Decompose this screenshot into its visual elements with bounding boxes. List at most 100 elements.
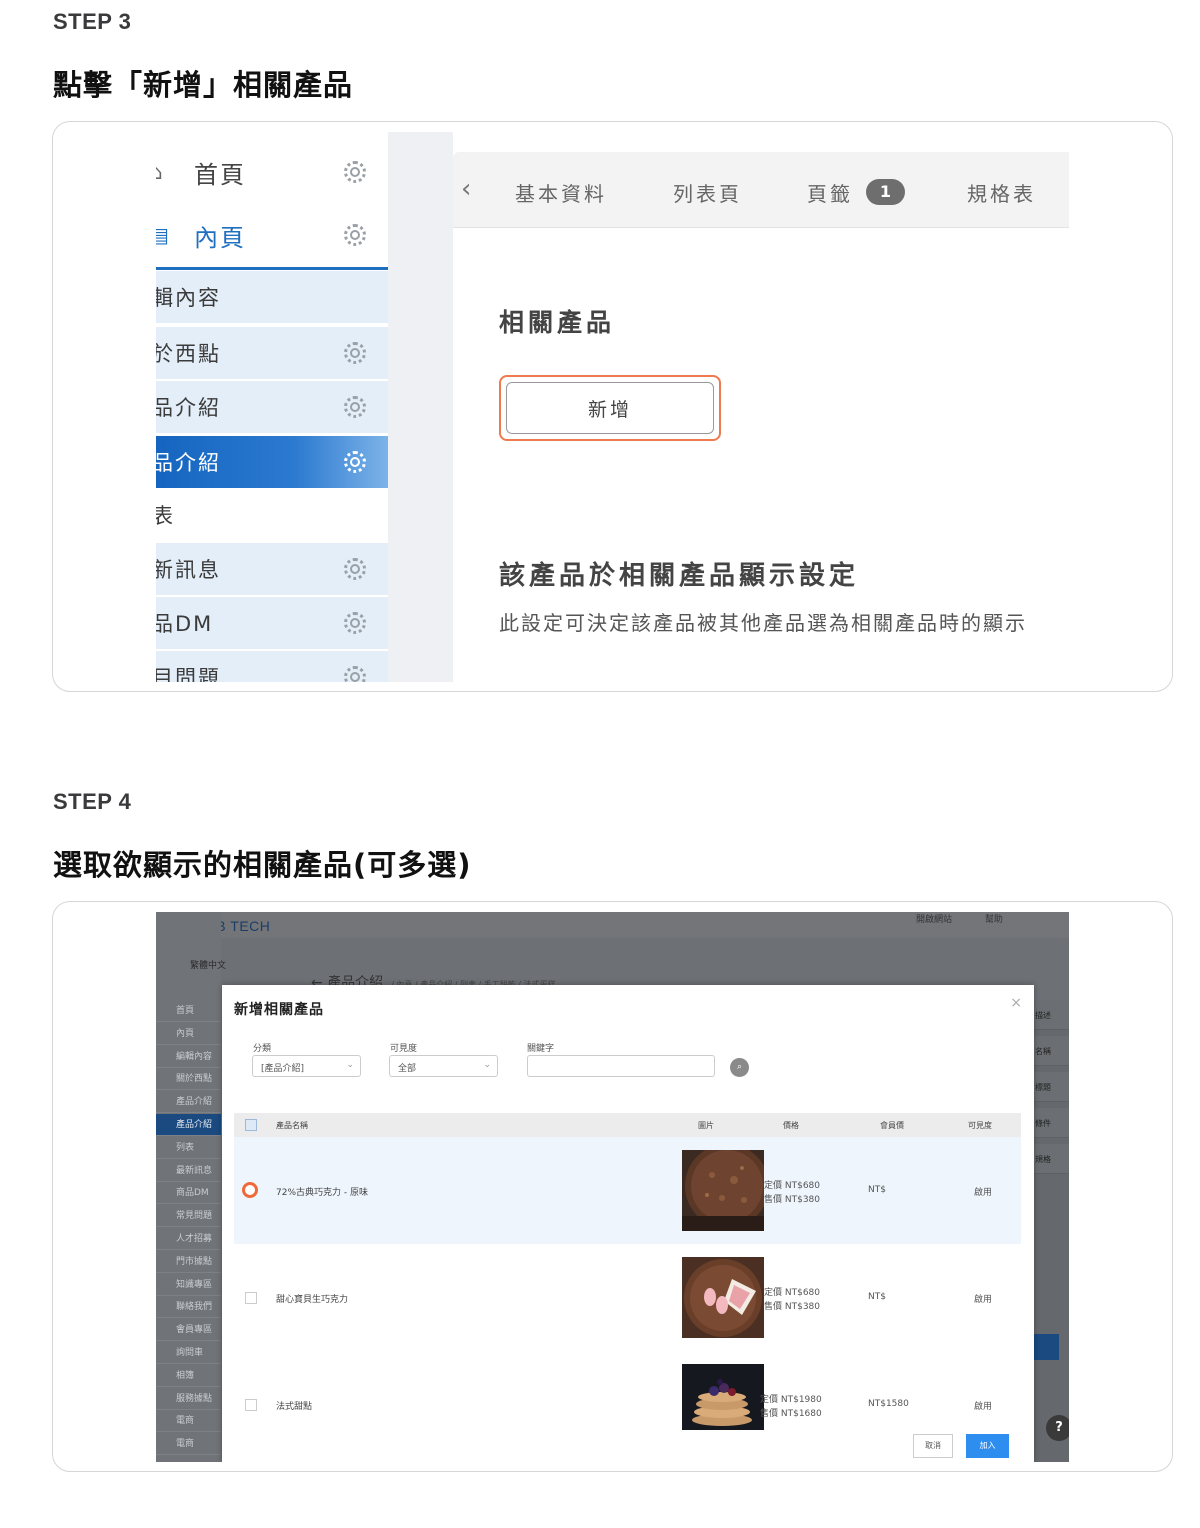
visibility-value: 全部: [398, 1064, 417, 1074]
product-image: [682, 1364, 764, 1430]
keyword-input[interactable]: [527, 1055, 715, 1077]
gear-icon[interactable]: [344, 558, 366, 580]
list-price: 定價 NT$680: [764, 1181, 820, 1191]
gear-icon[interactable]: [344, 666, 366, 682]
background-sidebar-item: 會員專區: [156, 1319, 221, 1342]
tab-count-badge: 1: [866, 179, 905, 205]
sidebar-subitem-product-intro-active[interactable]: 品介紹: [156, 436, 388, 488]
tab-tabs[interactable]: 頁籤: [807, 178, 853, 207]
sidebar-item-label: 內頁: [194, 223, 246, 252]
sidebar-subitem-list[interactable]: 表: [156, 489, 388, 541]
section-title-display-settings: 該產品於相關產品顯示設定: [499, 561, 860, 591]
step-4-label: STEP 4: [53, 789, 132, 814]
gear-icon[interactable]: [344, 342, 366, 364]
col-product-name: 產品名稱: [276, 1121, 308, 1130]
sidebar-divider: [156, 267, 388, 270]
sidebar-subitem-label: 品介紹: [156, 451, 221, 475]
row-checkbox[interactable]: [245, 1292, 257, 1304]
gear-icon[interactable]: [344, 161, 366, 183]
category-select[interactable]: [產品介紹] ⌄: [252, 1055, 361, 1077]
col-member-price: 會員價: [880, 1121, 904, 1130]
chevron-down-icon: ⌄: [346, 1060, 354, 1070]
tab-basic-info[interactable]: 基本資料: [515, 178, 607, 207]
background-sidebar-item: 相簿: [156, 1365, 221, 1387]
chevron-down-icon: ⌄: [483, 1060, 491, 1070]
table-row[interactable]: 法式甜點 定價 NT$1980 售價 NT$1680 NT$1580 啟用: [234, 1351, 1021, 1434]
sidebar-subitem-about[interactable]: 於西點: [156, 327, 388, 379]
language-select[interactable]: 繁體中文: [190, 958, 226, 971]
gear-icon[interactable]: [344, 451, 366, 473]
add-related-product-modal: 新增相關產品 × 分類 [產品介紹] ⌄ 可見度 全部 ⌄ 關鍵字 ⌕ 產品名稱…: [222, 985, 1034, 1462]
background-sidebar-item: 關於西點: [156, 1068, 221, 1091]
visibility-label: 可見度: [390, 1044, 418, 1054]
row-checkbox[interactable]: [242, 1182, 258, 1198]
col-price: 價格: [783, 1121, 799, 1130]
background-sidebar-item: 首頁: [156, 1000, 221, 1022]
member-price: NT$: [868, 1185, 886, 1195]
row-checkbox[interactable]: [245, 1399, 257, 1411]
help-icon[interactable]: ?: [1046, 1415, 1069, 1441]
background-sidebar-item: 內頁: [156, 1023, 221, 1045]
step-3-title: 點擊「新增」相關產品: [53, 68, 354, 102]
sidebar-subitem-product-intro[interactable]: 品介紹: [156, 381, 388, 433]
page-icon: ▤: [156, 224, 169, 246]
section-description: 此設定可決定該產品被其他產品選為相關產品時的顯示: [499, 611, 1027, 635]
sidebar-subitem-edit-content[interactable]: 輯內容: [156, 271, 388, 323]
table-row[interactable]: 72%古典巧克力 - 原味 定價 NT$680 售價 NT$380 NT$ 啟用: [234, 1137, 1021, 1244]
background-sidebar-item: 知識專區: [156, 1274, 221, 1296]
tab-bar: ‹ 基本資料 列表頁 頁籤 1 規格表: [453, 152, 1069, 228]
background-right-item: 標題: [1033, 1072, 1069, 1102]
close-icon[interactable]: ×: [1010, 995, 1022, 1011]
product-price: 定價 NT$1980 售價 NT$1680: [760, 1393, 822, 1421]
keyword-label: 關鍵字: [527, 1044, 555, 1054]
add-related-product-button[interactable]: 新增: [506, 382, 714, 434]
select-all-checkbox[interactable]: [245, 1119, 257, 1131]
home-icon: ⌂: [156, 161, 164, 183]
visibility-status: 啟用: [974, 1188, 993, 1198]
sidebar-item-home[interactable]: ⌂ 首頁: [156, 140, 388, 204]
visibility-select[interactable]: 全部 ⌄: [389, 1055, 498, 1077]
background-right-panel: 描述 名稱 標題 條件 規格: [1033, 1000, 1069, 1462]
sidebar-subitem-label: 於西點: [156, 342, 221, 366]
background-right-item: 描述: [1033, 1000, 1069, 1030]
product-image: [682, 1150, 764, 1231]
background-topbar: ✱WEB TECH 開啟網站 幫助: [156, 912, 1069, 938]
step-4-screenshot: ✱WEB TECH 開啟網站 幫助 首頁內頁編輯內容關於西點產品介紹產品介紹列表…: [156, 912, 1069, 1462]
cancel-button[interactable]: 取消: [913, 1434, 953, 1458]
background-topbar-links: 開啟網站 幫助: [916, 912, 1003, 925]
background-right-item: 規格: [1033, 1144, 1069, 1174]
sidebar-subitem-label: 表: [156, 500, 175, 530]
visibility-status: 啟用: [974, 1295, 993, 1305]
table-header: 產品名稱 圖片 價格 會員價 可見度: [234, 1113, 1021, 1137]
gear-icon[interactable]: [344, 224, 366, 246]
background-sidebar-item: 詢問車: [156, 1342, 221, 1364]
background-sidebar-item: 常見問題: [156, 1205, 221, 1228]
product-price: 定價 NT$680 售價 NT$380: [764, 1286, 820, 1314]
member-price: NT$: [868, 1292, 886, 1302]
chevron-left-icon[interactable]: ‹: [461, 174, 471, 204]
section-title-related-products: 相關產品: [499, 308, 616, 337]
tab-list-page[interactable]: 列表頁: [673, 178, 742, 207]
table-row[interactable]: 甜心寶貝生巧克力 定價 NT$680 售價 NT$380 NT$ 啟用: [234, 1244, 1021, 1351]
gear-icon[interactable]: [344, 396, 366, 418]
sidebar-subitem-label: 新訊息: [156, 558, 221, 582]
background-sidebar-item: 編輯內容: [156, 1046, 221, 1068]
sidebar-subitem-faq[interactable]: 目問題: [156, 651, 388, 682]
sidebar-subitem-dm[interactable]: 品DM: [156, 597, 388, 649]
open-site-link[interactable]: 開啟網站: [916, 915, 952, 925]
background-blue-block: [1033, 1334, 1059, 1360]
background-sidebar-item: 商品DM: [156, 1182, 221, 1205]
background-sidebar-item: 最新訊息: [156, 1160, 221, 1182]
main-panel: ‹ 基本資料 列表頁 頁籤 1 規格表 相關產品 新增 該產品於相關產品顯示設定…: [453, 132, 1069, 682]
gear-icon[interactable]: [344, 612, 366, 634]
search-icon[interactable]: ⌕: [730, 1058, 749, 1077]
background-sidebar-item: 門市據點: [156, 1251, 221, 1273]
col-visibility: 可見度: [968, 1121, 992, 1130]
sidebar-item-label: 首頁: [194, 160, 246, 189]
sidebar-subitem-news[interactable]: 新訊息: [156, 543, 388, 595]
sidebar-item-inner-page[interactable]: ▤ 內頁: [156, 203, 388, 267]
add-button[interactable]: 加入: [966, 1434, 1009, 1458]
tab-spec-table[interactable]: 規格表: [967, 178, 1036, 207]
col-image: 圖片: [698, 1121, 714, 1130]
help-link[interactable]: 幫助: [985, 915, 1003, 925]
